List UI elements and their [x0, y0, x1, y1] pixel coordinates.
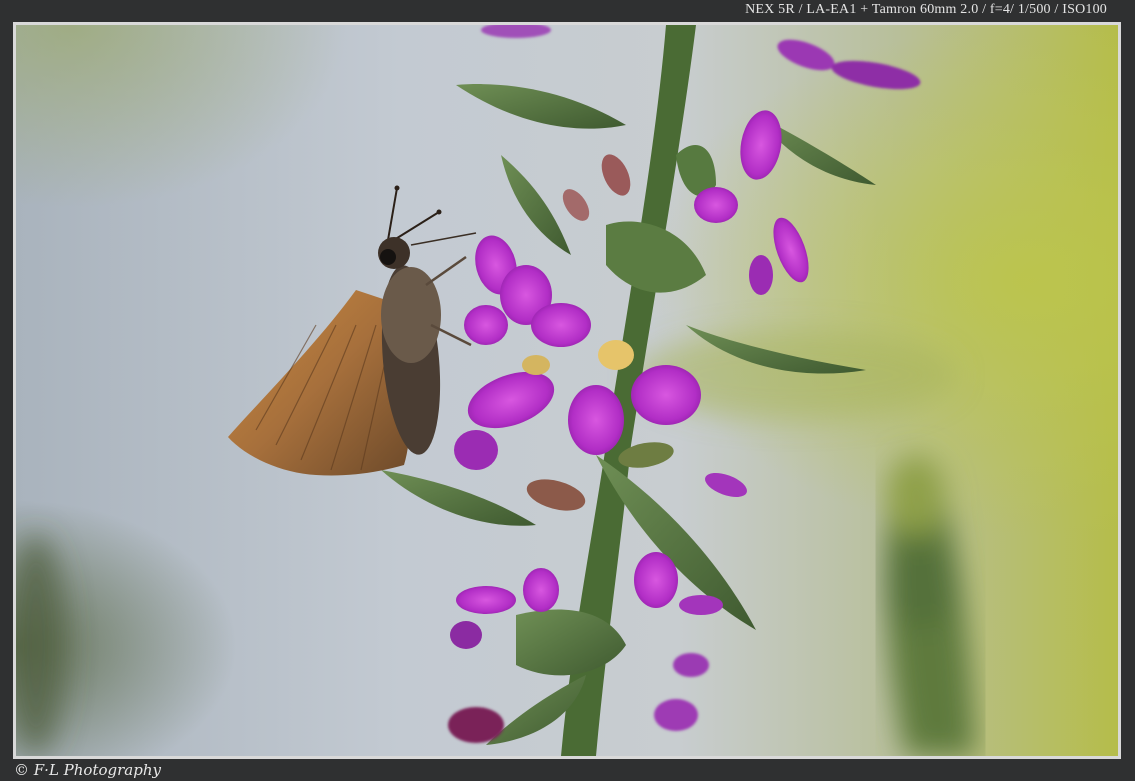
- bottom-bar: [0, 759, 1135, 781]
- photographer-credit: © F·L Photography: [14, 761, 161, 779]
- photo-canvas: [16, 25, 1118, 756]
- photograph: [16, 25, 1118, 756]
- exif-caption: NEX 5R / LA-EA1 + Tamron 60mm 2.0 / f=4/…: [745, 2, 1107, 17]
